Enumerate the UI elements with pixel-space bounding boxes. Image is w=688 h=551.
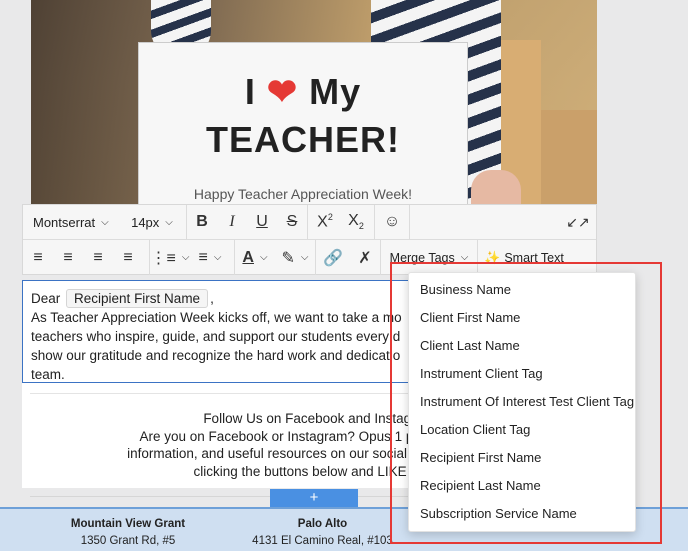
location-palo-alto: Palo Alto 4131 El Camino Real, #103 — [252, 518, 393, 547]
justify-button[interactable]: ≡ — [113, 240, 143, 275]
numbered-list-button[interactable]: ≡ ⌵ — [190, 240, 230, 275]
location-mountain-view: Mountain View Grant 1350 Grant Rd, #5 — [70, 518, 186, 547]
merge-tag-chip[interactable]: Recipient First Name — [66, 289, 209, 308]
numbered-list-icon: ≡ — [198, 248, 208, 266]
unlink-icon: ✗ — [358, 249, 372, 267]
superscript-button[interactable]: X2 — [308, 205, 342, 240]
smiley-icon: ☺ — [383, 213, 401, 230]
sign-line-1: I ❤ My — [244, 71, 362, 112]
emoji-button[interactable]: ☺ — [375, 205, 409, 240]
bullet-list-icon: ⋮≡ — [150, 249, 176, 267]
link-icon: 🔗 — [323, 249, 343, 267]
collapse-button[interactable]: ↙↗ — [560, 205, 596, 240]
teacher-sign: I ❤ My TEACHER! Happy Teacher Appreciati… — [138, 42, 468, 205]
text-color-icon: A — [242, 248, 254, 266]
unlink-button[interactable]: ✗ — [350, 240, 380, 275]
sign-line-2: TEACHER! — [206, 119, 400, 160]
superscript-icon: X2 — [317, 212, 333, 231]
underline-button[interactable]: U — [247, 205, 277, 240]
underline-icon: U — [256, 213, 268, 230]
toolbar-row-1: Montserrat ⌵ 14px ⌵ B I U S X2 X2 ☺ ↙↗ — [23, 204, 596, 240]
chevron-down-icon: ⌵ — [165, 216, 173, 228]
font-family-select[interactable]: Montserrat ⌵ — [23, 205, 118, 240]
strikethrough-button[interactable]: S — [277, 205, 307, 240]
align-center-button[interactable]: ≡ — [53, 240, 83, 275]
italic-icon: I — [229, 213, 235, 230]
collapse-icon: ↙↗ — [566, 213, 590, 230]
align-right-icon: ≡ — [93, 248, 103, 266]
highlight-color-button[interactable]: ✎ ⌵ — [275, 240, 315, 275]
chevron-down-icon: ⌵ — [300, 252, 309, 263]
align-left-icon: ≡ — [33, 248, 43, 266]
font-size-select[interactable]: 14px ⌵ — [118, 205, 186, 240]
chevron-down-icon: ⌵ — [213, 252, 222, 263]
bold-button[interactable]: B — [187, 205, 217, 240]
bold-icon: B — [196, 213, 208, 230]
chevron-down-icon: ⌵ — [181, 252, 190, 263]
divider — [409, 204, 410, 240]
highlighter-icon: ✎ — [281, 249, 295, 267]
chevron-down-icon: ⌵ — [259, 252, 268, 263]
child-hand — [471, 170, 521, 205]
email-hero-image[interactable]: I ❤ My TEACHER! Happy Teacher Appreciati… — [31, 0, 597, 205]
link-button[interactable]: 🔗 — [316, 240, 350, 275]
align-right-button[interactable]: ≡ — [83, 240, 113, 275]
bullet-list-button[interactable]: ⋮≡ ⌵ — [150, 240, 190, 275]
align-left-button[interactable]: ≡ — [23, 240, 53, 275]
justify-icon: ≡ — [123, 248, 133, 266]
strikethrough-icon: S — [286, 213, 298, 230]
sign-line-3: Happy Teacher Appreciation Week! — [193, 186, 413, 202]
subscript-icon: X2 — [348, 212, 364, 232]
heart-icon: ❤ — [266, 71, 299, 112]
annotation-highlight-box — [390, 262, 662, 544]
text-color-button[interactable]: A ⌵ — [235, 240, 275, 275]
subscript-button[interactable]: X2 — [342, 205, 370, 240]
chevron-down-icon: ⌵ — [101, 216, 109, 228]
add-block-button[interactable]: + — [270, 489, 358, 507]
align-center-icon: ≡ — [63, 248, 73, 266]
italic-button[interactable]: I — [217, 205, 247, 240]
